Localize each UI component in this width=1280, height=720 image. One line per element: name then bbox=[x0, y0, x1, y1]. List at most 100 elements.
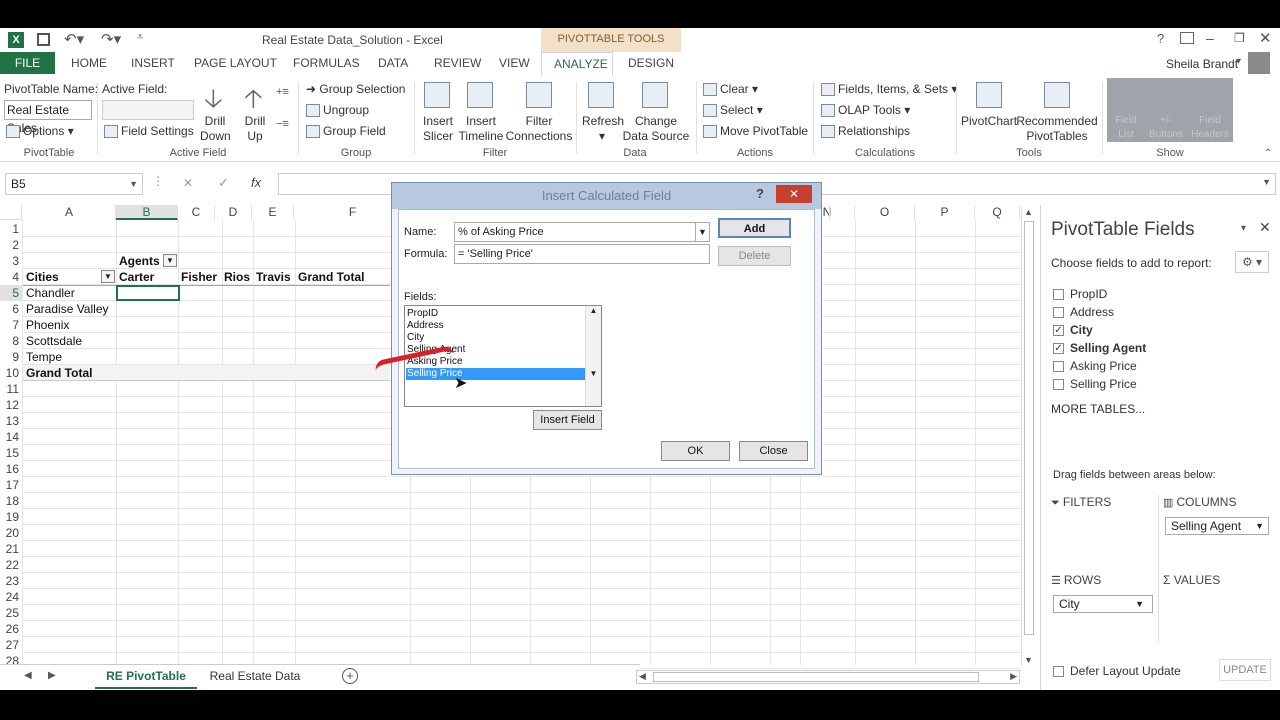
tab-home[interactable]: HOME bbox=[71, 56, 107, 70]
select-button[interactable]: Select ▾ bbox=[703, 103, 763, 118]
user-name[interactable]: Sheila Brandt bbox=[1166, 57, 1238, 71]
name-box-dropdown-icon[interactable]: ▼ bbox=[129, 174, 138, 194]
pivottable-name-input[interactable]: Real Estate Sales bbox=[4, 100, 92, 135]
insert-slicer-button[interactable]: Insert Slicer bbox=[418, 114, 458, 144]
clear-button[interactable]: Clear ▾ bbox=[703, 82, 758, 97]
new-sheet-icon[interactable]: + bbox=[342, 668, 358, 684]
drill-up-button[interactable]: Drill Up bbox=[241, 114, 269, 144]
field-list-item[interactable]: PropID bbox=[1053, 287, 1107, 301]
tab-formulas[interactable]: FORMULAS bbox=[293, 56, 360, 70]
checkbox-icon[interactable] bbox=[1053, 379, 1064, 391]
row-header[interactable]: 10 bbox=[0, 365, 22, 381]
column-header[interactable]: E bbox=[252, 205, 294, 220]
dialog-field-item[interactable]: Selling Price bbox=[406, 368, 585, 380]
redo-icon[interactable]: ↷▾ bbox=[101, 30, 121, 48]
field-list-button[interactable]: Field List bbox=[1110, 114, 1142, 142]
sheet-tab-real-estate-data[interactable]: Real Estate Data bbox=[199, 669, 311, 683]
field-list-item[interactable]: ✓ City bbox=[1053, 323, 1093, 337]
row-header[interactable]: 25 bbox=[0, 605, 22, 621]
tab-insert[interactable]: INSERT bbox=[131, 56, 175, 70]
customize-qat-icon[interactable]: ⩡ bbox=[137, 31, 143, 44]
rows-field-chip[interactable]: City ▼ bbox=[1053, 595, 1153, 613]
row-header[interactable]: 9 bbox=[0, 349, 22, 365]
refresh-button[interactable]: Refresh ▾ bbox=[582, 114, 624, 144]
name-input[interactable]: % of Asking Price ▼ bbox=[454, 222, 710, 242]
row-header[interactable]: 18 bbox=[0, 493, 22, 509]
insert-field-button[interactable]: Insert Field bbox=[533, 410, 602, 430]
checked-checkbox-icon[interactable]: ✓ bbox=[1053, 325, 1064, 337]
hscroll-thumb[interactable] bbox=[653, 672, 979, 682]
name-box[interactable]: B5 ▼ bbox=[5, 173, 143, 195]
row-header[interactable]: 7 bbox=[0, 317, 22, 333]
row-header[interactable]: 4 bbox=[0, 269, 22, 285]
tab-view[interactable]: VIEW bbox=[499, 56, 530, 70]
cancel-icon[interactable]: ✕ bbox=[183, 176, 193, 190]
agents-filter-dropdown-icon[interactable]: ▼ bbox=[163, 254, 177, 267]
ungroup-button[interactable]: Ungroup bbox=[306, 103, 369, 118]
active-field-input[interactable] bbox=[102, 100, 194, 120]
column-header[interactable]: D bbox=[215, 205, 252, 220]
defer-layout-update[interactable]: Defer Layout Update bbox=[1053, 664, 1181, 678]
pane-close-icon[interactable]: ✕ bbox=[1259, 219, 1271, 236]
chip-dropdown-icon[interactable]: ▼ bbox=[1135, 596, 1144, 612]
sheet-scroll-right-icon[interactable]: ▶ bbox=[48, 670, 56, 681]
row-header[interactable]: 19 bbox=[0, 509, 22, 525]
row-header[interactable]: 24 bbox=[0, 589, 22, 605]
filter-connections-button[interactable]: Filter Connections bbox=[505, 114, 573, 144]
column-header[interactable]: A bbox=[23, 205, 116, 220]
row-header[interactable]: 16 bbox=[0, 461, 22, 477]
formula-bar-handle-icon[interactable]: ⋮ bbox=[152, 174, 164, 188]
defer-checkbox[interactable] bbox=[1053, 666, 1064, 678]
change-data-source-button[interactable]: Change Data Source bbox=[622, 114, 690, 144]
row-header[interactable]: 12 bbox=[0, 397, 22, 413]
filters-area[interactable]: ⏷ FILTERS bbox=[1051, 495, 1159, 573]
columns-field-chip[interactable]: Selling Agent ▼ bbox=[1165, 517, 1269, 535]
dialog-close-icon[interactable]: ✕ bbox=[776, 185, 812, 203]
scroll-up-icon[interactable]: ▲ bbox=[1024, 207, 1033, 217]
delete-button[interactable]: Delete bbox=[718, 246, 791, 266]
select-all-corner[interactable] bbox=[0, 205, 22, 220]
formula-input-field[interactable]: = 'Selling Price' bbox=[454, 244, 710, 264]
horizontal-scrollbar[interactable]: ◀ ▶ bbox=[636, 670, 1020, 684]
row-header[interactable]: 2 bbox=[0, 237, 22, 253]
row-header[interactable]: 5 bbox=[0, 285, 22, 301]
field-list-item[interactable]: ✓ Selling Agent bbox=[1053, 341, 1146, 355]
scroll-thumb[interactable] bbox=[1024, 221, 1034, 635]
field-headers-button[interactable]: Field Headers bbox=[1190, 114, 1230, 142]
pane-options-dropdown-icon[interactable]: ▾ bbox=[1241, 223, 1246, 234]
tab-analyze[interactable]: ANALYZE bbox=[541, 52, 613, 76]
chip-dropdown-icon[interactable]: ▼ bbox=[1255, 518, 1264, 534]
group-field-button[interactable]: Group Field bbox=[306, 124, 386, 139]
tab-data[interactable]: DATA bbox=[378, 56, 408, 70]
save-icon[interactable] bbox=[37, 33, 50, 46]
row-header[interactable]: 17 bbox=[0, 477, 22, 493]
hscroll-left-icon[interactable]: ◀ bbox=[639, 671, 646, 682]
ribbon-display-icon[interactable] bbox=[1180, 32, 1194, 44]
checked-checkbox-icon[interactable]: ✓ bbox=[1053, 343, 1064, 355]
column-header[interactable]: P bbox=[915, 205, 975, 220]
tab-design[interactable]: DESIGN bbox=[628, 56, 674, 70]
tab-review[interactable]: REVIEW bbox=[434, 56, 481, 70]
row-header[interactable]: 1 bbox=[0, 221, 22, 237]
update-button[interactable]: UPDATE bbox=[1219, 659, 1271, 681]
row-header[interactable]: 11 bbox=[0, 381, 22, 397]
rows-area[interactable]: ☰ ROWS City ▼ bbox=[1051, 573, 1159, 643]
row-header[interactable]: 14 bbox=[0, 429, 22, 445]
field-settings-button[interactable]: Field Settings bbox=[104, 124, 194, 139]
collapse-ribbon-icon[interactable]: ⌃ bbox=[1264, 148, 1272, 159]
user-dropdown-icon[interactable]: ▾ bbox=[1236, 56, 1241, 67]
row-header[interactable]: 22 bbox=[0, 557, 22, 573]
ok-button[interactable]: OK bbox=[661, 441, 730, 461]
field-list-item[interactable]: Asking Price bbox=[1053, 359, 1137, 373]
help-icon[interactable]: ? bbox=[1157, 31, 1164, 46]
hscroll-right-icon[interactable]: ▶ bbox=[1010, 671, 1017, 682]
column-header[interactable]: Q bbox=[975, 205, 1020, 220]
row-header[interactable]: 13 bbox=[0, 413, 22, 429]
fields-listbox-scrollbar[interactable]: ▲ ▼ bbox=[585, 306, 601, 406]
dialog-help-icon[interactable]: ? bbox=[756, 186, 764, 201]
row-header[interactable]: 27 bbox=[0, 637, 22, 653]
row-header[interactable]: 21 bbox=[0, 541, 22, 557]
dialog-field-item[interactable]: City bbox=[406, 332, 585, 344]
minimize-icon[interactable]: – bbox=[1206, 30, 1214, 46]
avatar[interactable] bbox=[1248, 52, 1270, 74]
